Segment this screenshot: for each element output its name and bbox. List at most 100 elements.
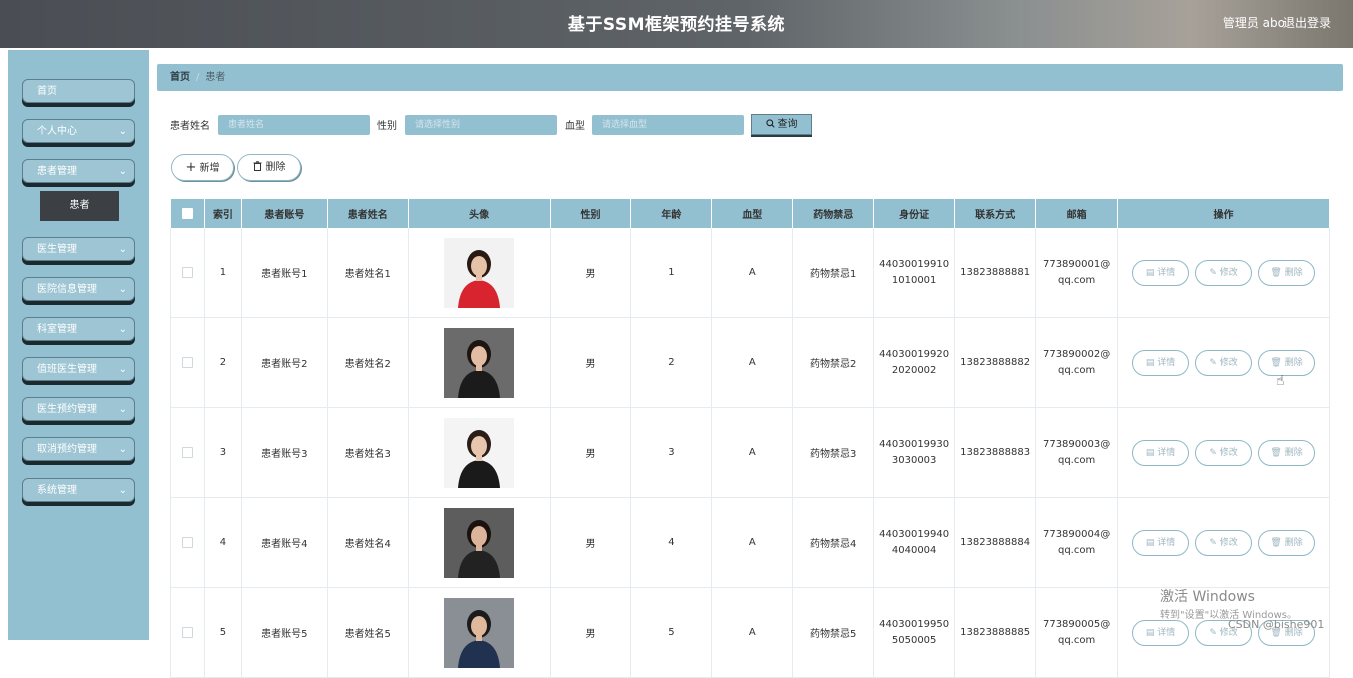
sidebar-item-hospital-info[interactable]: 医院信息管理 ⌄	[22, 277, 135, 301]
cell-name: 患者姓名3	[327, 407, 409, 498]
cell-avatar	[408, 228, 551, 318]
cell-account: 患者账号2	[241, 317, 328, 408]
avatar	[444, 597, 515, 668]
sidebar-item-system-management[interactable]: 系统管理 ⌄	[22, 478, 135, 502]
row-select[interactable]	[170, 407, 205, 498]
avatar	[444, 237, 515, 308]
detail-button-label: 详情	[1157, 267, 1176, 278]
query-button[interactable]: 查询	[751, 114, 812, 135]
row-select[interactable]	[170, 587, 205, 678]
add-button[interactable]: + 新增	[171, 154, 234, 181]
cell-email: 773890001@ qq.com	[1035, 228, 1119, 318]
sidebar-item-home[interactable]: 首页	[22, 79, 135, 103]
sidebar-item-duty-doctor[interactable]: 值班医生管理 ⌄	[22, 357, 135, 381]
delete-button[interactable]: 🗑 删除	[1258, 529, 1316, 556]
delete-button[interactable]: 🗑 删除	[1258, 259, 1316, 286]
row-select[interactable]	[170, 228, 205, 318]
email-line: qq.com	[1057, 274, 1096, 286]
detail-button[interactable]: ▤ 详情	[1132, 619, 1190, 646]
detail-button[interactable]: ▤ 详情	[1132, 529, 1190, 556]
cell-index: 3	[204, 407, 242, 498]
chevron-down-icon: ⌄	[118, 404, 127, 415]
cell-name: 患者姓名1	[327, 228, 409, 318]
cell-gender: 男	[550, 228, 632, 318]
detail-button[interactable]: ▤ 详情	[1132, 259, 1190, 286]
cell-index: 5	[204, 587, 242, 678]
row-select[interactable]	[170, 497, 205, 588]
email-line: qq.com	[1057, 544, 1096, 556]
document-icon: ▤	[1145, 357, 1155, 368]
delete-button-label: 删除	[1284, 267, 1303, 278]
header-actions: 操作	[1117, 199, 1330, 228]
edit-button[interactable]: ✎ 修改	[1195, 439, 1253, 466]
cell-phone: 13823888881	[954, 228, 1037, 318]
detail-button-label: 详情	[1157, 447, 1176, 458]
cell-id-card: 44030019920 2020002	[873, 317, 956, 408]
cell-blood: A	[711, 587, 794, 678]
checkbox[interactable]	[181, 356, 193, 368]
checkbox[interactable]	[181, 536, 193, 548]
breadcrumb: 首页 / 患者	[157, 64, 1343, 91]
cell-index: 2	[204, 317, 242, 408]
edit-button-label: 修改	[1219, 447, 1238, 458]
logout-link[interactable]: 退出登录	[1283, 14, 1331, 31]
cell-avatar	[408, 317, 551, 408]
hand-cursor-icon: ☝	[1276, 373, 1285, 389]
table-header-row: 索引 患者账号 患者姓名 头像 性别 年龄 血型 药物禁忌 身份证 联系方式 邮…	[170, 199, 1330, 228]
avatar	[444, 327, 515, 398]
detail-button[interactable]: ▤ 详情	[1132, 439, 1190, 466]
delete-button-label: 删除	[1284, 537, 1303, 548]
sidebar-subitem-patient[interactable]: 患者	[40, 191, 119, 221]
trash-icon: 🗑	[1270, 537, 1282, 548]
table-row: 4 患者账号4 患者姓名4 男 4 A 药物禁忌4 44030019940 404…	[170, 497, 1330, 588]
breadcrumb-home[interactable]: 首页	[170, 72, 190, 83]
edit-button[interactable]: ✎ 修改	[1195, 259, 1253, 286]
cell-taboo: 药物禁忌3	[792, 407, 875, 498]
sidebar-item-label: 个人中心	[37, 126, 77, 137]
sidebar-item-label: 科室管理	[37, 324, 77, 335]
cell-account: 患者账号1	[241, 228, 328, 318]
delete-button[interactable]: 🗑 删除	[1258, 439, 1316, 466]
cell-taboo: 药物禁忌5	[792, 587, 875, 678]
cell-age: 4	[630, 497, 713, 588]
checkbox[interactable]	[181, 446, 193, 458]
cell-account: 患者账号3	[241, 407, 328, 498]
gender-select[interactable]	[405, 115, 557, 135]
cell-taboo: 药物禁忌1	[792, 228, 875, 318]
checkbox[interactable]	[181, 266, 193, 278]
sidebar-item-cancel-appointment[interactable]: 取消预约管理 ⌄	[22, 437, 135, 461]
edit-button[interactable]: ✎ 修改	[1195, 529, 1253, 556]
detail-button[interactable]: ▤ 详情	[1132, 349, 1190, 376]
name-search-input[interactable]	[218, 115, 370, 135]
cell-phone: 13823888885	[954, 587, 1037, 678]
delete-button[interactable]: 🗑 删除	[1258, 349, 1316, 376]
sidebar-item-doctor-appointment[interactable]: 医生预约管理 ⌄	[22, 397, 135, 421]
trash-icon: 🗑	[1270, 357, 1282, 368]
edit-button[interactable]: ✎ 修改	[1195, 349, 1253, 376]
checkbox[interactable]	[181, 626, 193, 638]
header-taboo: 药物禁忌	[792, 199, 875, 228]
id-card-line: 44030019930	[879, 438, 950, 450]
sidebar-item-label: 医生管理	[37, 244, 77, 255]
id-card-line: 44030019910	[879, 258, 950, 270]
left-edge	[0, 48, 8, 640]
blood-select[interactable]	[592, 115, 744, 135]
query-button-label: 查询	[777, 119, 798, 130]
pencil-icon: ✎	[1209, 627, 1217, 638]
header-select-all[interactable]	[170, 199, 205, 228]
sidebar-item-personal-center[interactable]: 个人中心 ⌄	[22, 119, 135, 143]
sidebar-item-department[interactable]: 科室管理 ⌄	[22, 317, 135, 341]
breadcrumb-current: 患者	[205, 72, 226, 83]
row-select[interactable]	[170, 317, 205, 408]
cell-actions: ▤ 详情 ✎ 修改 🗑 删除	[1117, 407, 1330, 498]
batch-delete-button[interactable]: 删除	[237, 154, 301, 181]
sidebar-item-doctor-management[interactable]: 医生管理 ⌄	[22, 237, 135, 261]
checkbox[interactable]	[181, 207, 193, 219]
gender-search-label: 性别	[377, 121, 397, 132]
email-line: 773890002@	[1042, 348, 1111, 360]
trash-icon: 🗑	[1270, 267, 1282, 278]
cell-index: 1	[204, 228, 242, 318]
sidebar-item-patient-management[interactable]: 患者管理 ⌄	[22, 159, 135, 183]
delete-button-label: 删除	[1284, 357, 1303, 368]
header-avatar: 头像	[408, 199, 551, 228]
